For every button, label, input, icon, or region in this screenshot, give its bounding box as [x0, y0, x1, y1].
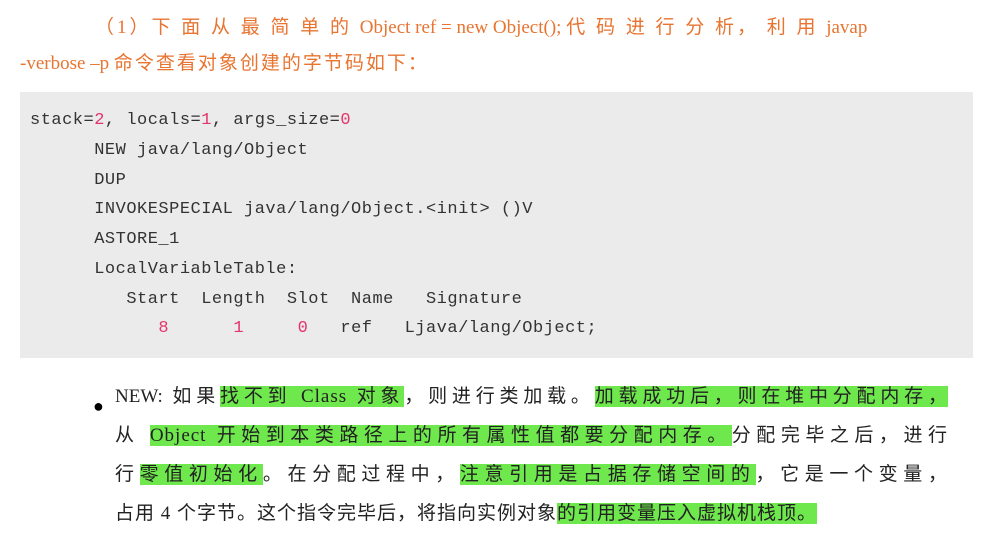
code-l8g: ref Ljava/lang/Object; [308, 319, 597, 338]
code-l8a [30, 319, 158, 338]
t3: 从 [115, 425, 150, 446]
code-l1-args: 0 [340, 111, 351, 130]
code-l4: INVOKESPECIAL java/lang/Object.<init> ()… [30, 200, 533, 219]
highlight-3: Object 开始到本类路径上的所有属性值都要分配内存。 [150, 425, 732, 446]
code-l3: DUP [30, 171, 126, 190]
code-l6: LocalVariableTable: [30, 260, 298, 279]
bullet-dot-icon: ● [93, 388, 105, 425]
code-l1c: , locals= [105, 111, 201, 130]
code-l1a: stack= [30, 111, 94, 130]
bullet-line-3: 行零值初始化。在分配过程中，注意引用是占据存储空间的，它是一个变量， [115, 456, 948, 495]
code-l2: NEW java/lang/Object [30, 141, 308, 160]
t2: ，则进行类加载。 [404, 386, 594, 407]
intro-cmd-verbose: -verbose –p [20, 53, 114, 74]
bullet-line-2: 从 Object 开始到本类路径上的所有属性值都要分配内存。分配完毕之后，进行 [115, 417, 948, 456]
intro-paragraph: （1）下 面 从 最 简 单 的 Object ref = new Object… [96, 10, 973, 46]
h1-text: 找不到 Class 对象 [220, 386, 404, 407]
bullet-line-4: 占用 4 个字节。这个指令完毕后，将指向实例对象的引用变量压入虚拟机栈顶。 [115, 495, 948, 534]
instr-label: NEW: [115, 386, 163, 407]
t4b: 行 [115, 464, 140, 485]
t6a: ，它是一个变量， [756, 464, 948, 485]
intro-mid: 代 码 进 行 分 析， 利 用 [566, 17, 826, 38]
bytecode-block: stack=2, locals=1, args_size=0 NEW java/… [20, 92, 973, 358]
highlight-6: 的引用变量压入虚拟机栈顶。 [557, 503, 817, 524]
highlight-4: 零值初始化 [140, 464, 263, 485]
intro-prefix: （1）下 面 从 最 简 单 的 [95, 17, 360, 38]
highlight-5: 注意引用是占据存储空间的 [460, 464, 756, 485]
code-l8-length: 1 [233, 319, 244, 338]
code-l8e [244, 319, 298, 338]
code-l8c [169, 319, 233, 338]
code-l8-start: 8 [158, 319, 169, 338]
highlight-2: 加载成功后，则在堆中分配内存， [595, 386, 948, 407]
intro-inline-code: Object ref = new Object(); [360, 17, 566, 38]
t5: 。在分配过程中， [263, 464, 460, 485]
t6b: 占用 4 个字节。这个指令完毕后，将指向实例对象 [115, 503, 557, 524]
intro-suffix: 命令查看对象创建的字节码如下： [114, 53, 429, 74]
intro-line2: -verbose –p 命令查看对象创建的字节码如下： [20, 46, 973, 82]
code-l5: ASTORE_1 [30, 230, 180, 249]
intro-cmd-javap: javap [826, 17, 867, 38]
code-l8-slot: 0 [298, 319, 309, 338]
t4: 分配完毕之后，进行 [732, 425, 948, 446]
t1: 如果 [163, 386, 220, 407]
bullet-line-1: ● NEW: 如果找不到 Class 对象，则进行类加载。加载成功后，则在堆中分… [115, 378, 948, 417]
code-l1-stack: 2 [94, 111, 105, 130]
code-l1e: , args_size= [212, 111, 340, 130]
highlight-1: 找不到 Class 对象 [220, 386, 404, 407]
bullet-list: ● NEW: 如果找不到 Class 对象，则进行类加载。加载成功后，则在堆中分… [20, 378, 973, 534]
code-l7: Start Length Slot Name Signature [30, 290, 522, 309]
code-l1-locals: 1 [201, 111, 212, 130]
